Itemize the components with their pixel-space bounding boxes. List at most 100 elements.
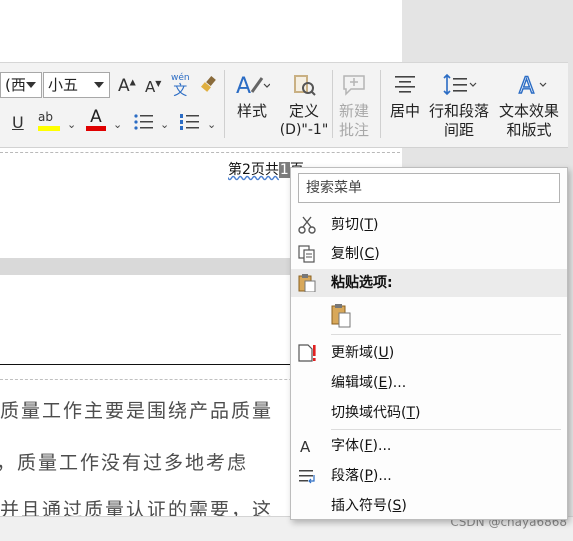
chevron-down-icon[interactable]: ⌄ <box>67 118 76 131</box>
page-count-field[interactable]: 1 <box>278 162 290 178</box>
chevron-down-icon <box>94 82 104 88</box>
font-size-combo[interactable]: 小五 <box>43 72 110 98</box>
font-icon: A <box>300 438 311 455</box>
copy-icon <box>298 245 315 263</box>
search-menu-input[interactable]: 搜索菜单 <box>298 173 560 203</box>
bullets-button[interactable] <box>133 112 155 136</box>
cut-label: 剪切 <box>331 217 359 233</box>
new-comment-label-2: 批注 <box>338 121 369 139</box>
text-effects-icon: A <box>518 73 547 100</box>
paste-icon <box>331 304 351 328</box>
grow-font-icon: A <box>118 76 130 96</box>
body-text-line[interactable]: 质量工作主要是围绕产品质量 <box>0 396 273 423</box>
underline-button[interactable]: U <box>12 113 24 132</box>
edit-field-ellipsis: ... <box>392 375 407 391</box>
shrink-font-button[interactable]: A▼ <box>145 78 161 96</box>
chevron-down-icon[interactable]: ⌄ <box>207 118 216 131</box>
svg-text:A: A <box>300 438 311 455</box>
menu-separator <box>331 429 561 430</box>
ribbon-separator <box>380 70 381 138</box>
clipboard-icon <box>298 274 316 292</box>
new-comment-label: 新建 <box>338 102 369 120</box>
phonetic-bottom: 文 <box>173 83 188 99</box>
font-size-value: 小五 <box>48 76 79 94</box>
insert-symbol-accelerator: S <box>392 498 402 514</box>
search-placeholder: 搜索菜单 <box>306 180 362 196</box>
line-spacing-icon <box>443 73 477 96</box>
styles-icon: A <box>236 74 271 99</box>
chevron-down-icon[interactable]: ⌄ <box>113 118 122 131</box>
text-effects-label: 文本效果 <box>498 102 559 120</box>
center-label: 居中 <box>389 102 420 120</box>
menu-item-insert-symbol[interactable]: 插入符号(S) <box>291 492 567 520</box>
new-comment-button[interactable]: 新建 批注 <box>336 72 372 140</box>
styles-label: 样式 <box>236 102 267 120</box>
menu-item-update-field[interactable]: 更新域(U) <box>291 339 567 367</box>
menu-separator <box>331 334 561 335</box>
text-effects-label-2: 和版式 <box>506 121 552 139</box>
copy-label: 复制 <box>331 246 359 262</box>
paragraph-ellipsis: ... <box>378 468 392 484</box>
shrink-font-icon: A <box>145 78 156 96</box>
format-painter-button[interactable] <box>199 75 219 99</box>
highlight-color-bar <box>38 126 60 131</box>
font-name-value: (西 <box>5 76 26 94</box>
underline-icon: U <box>12 113 24 132</box>
line-spacing-button[interactable]: 行和段落 间距 <box>426 72 492 140</box>
comment-icon <box>343 75 365 96</box>
highlight-button[interactable]: ab <box>38 110 62 131</box>
define-shortcut-label: (D)"-1" <box>279 122 329 138</box>
edit-field-accelerator: E <box>378 375 388 391</box>
copy-accelerator: C <box>364 246 375 262</box>
chevron-down-icon <box>26 82 36 88</box>
font-color-button[interactable]: A <box>86 108 106 131</box>
menu-item-paragraph[interactable]: 段落(P)... <box>291 462 567 490</box>
numbered-list-icon <box>180 114 199 130</box>
context-menu: 搜索菜单 剪切(T) 复制(C) 粘贴选项: 更新域(U) 编辑域(E)... … <box>290 167 568 520</box>
font-accelerator: F <box>364 438 373 454</box>
font-ellipsis: ... <box>378 438 392 454</box>
menu-item-toggle-field-codes[interactable]: 切换域代码(T) <box>291 399 567 427</box>
menu-item-cut[interactable]: 剪切(T) <box>291 211 567 239</box>
update-field-accelerator: U <box>378 345 389 361</box>
grow-font-button[interactable]: A▲ <box>118 76 136 96</box>
ribbon-separator <box>332 70 333 138</box>
paragraph-icon <box>299 470 315 484</box>
phonetic-guide-button[interactable]: wén 文 <box>171 73 190 99</box>
define-button[interactable]: 定义 (D)"-1" <box>276 72 332 140</box>
line-spacing-label-2: 间距 <box>443 121 474 139</box>
body-text-line[interactable]: ，质量工作没有过多地考虑 <box>0 448 248 475</box>
paragraph-label: 段落 <box>331 468 359 484</box>
styles-button[interactable]: A 样式 <box>232 72 272 121</box>
edit-field-label: 编辑域 <box>331 375 373 391</box>
update-field-icon <box>298 344 316 362</box>
numbering-button[interactable] <box>179 112 201 136</box>
font-label: 字体 <box>331 438 359 454</box>
line-spacing-label: 行和段落 <box>428 102 489 120</box>
paragraph-accelerator: P <box>364 468 373 484</box>
footer-prefix: 第2页共 <box>228 162 279 178</box>
text-effects-button[interactable]: A 文本效果 和版式 <box>496 72 562 140</box>
menu-item-font[interactable]: A 字体(F)... <box>291 432 567 460</box>
toggle-field-codes-label: 切换域代码 <box>331 405 401 421</box>
font-name-combo[interactable]: (西 <box>0 72 42 98</box>
cut-accelerator: T <box>364 217 374 233</box>
ribbon-separator <box>224 70 225 138</box>
font-color-icon: A <box>90 107 102 127</box>
insert-symbol-label: 插入符号 <box>331 498 387 514</box>
toggle-field-codes-accelerator: T <box>406 405 416 421</box>
chevron-down-icon[interactable]: ⌄ <box>160 118 169 131</box>
paste-options-label: 粘贴选项: <box>331 275 393 291</box>
menu-item-copy[interactable]: 复制(C) <box>291 240 567 268</box>
menu-item-edit-field[interactable]: 编辑域(E)... <box>291 369 567 397</box>
scissors-icon <box>298 216 316 234</box>
brush-icon <box>201 76 216 92</box>
center-button[interactable]: 居中 <box>388 72 422 121</box>
svg-text:A: A <box>236 74 251 98</box>
paste-keep-source-button[interactable] <box>329 303 355 329</box>
align-center-icon <box>395 76 415 93</box>
svg-text:A: A <box>519 74 534 98</box>
define-label: 定义 <box>288 102 319 120</box>
paste-options-header: 粘贴选项: <box>291 269 567 297</box>
update-field-label: 更新域 <box>331 345 373 361</box>
